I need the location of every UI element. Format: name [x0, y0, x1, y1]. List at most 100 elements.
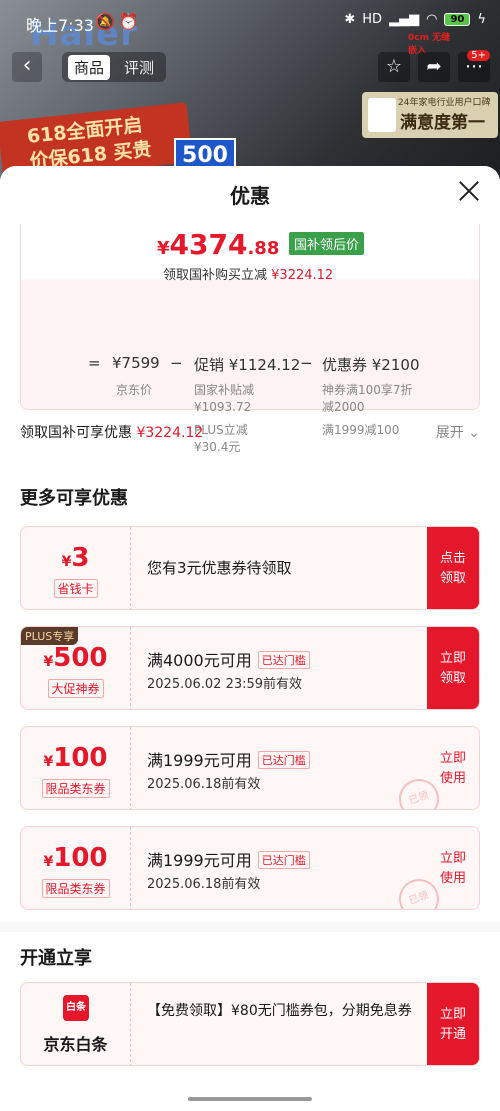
- sheet-title: 优惠: [230, 184, 270, 208]
- yen-symbol: ¥: [43, 654, 54, 670]
- use-button[interactable]: 立即 使用: [427, 827, 479, 909]
- coupon-card: ¥100 限品类东券 满1999元可用 已达门槛 2025.06.18前有效 已领…: [20, 826, 480, 910]
- threshold-met-badge: 已达门槛: [257, 851, 310, 869]
- coupon-condition-text: 满4000元可用: [147, 651, 252, 670]
- coupon-amount: 优惠券 ¥2100: [322, 356, 420, 374]
- price-subtitle: 领取国补购买立减 ¥3224.12: [163, 264, 333, 283]
- final-price: ¥4374.88: [157, 228, 279, 261]
- coupon-detail-1: 神券满100享7折: [322, 383, 413, 397]
- coupon-validity: 2025.06.18前有效: [147, 777, 261, 792]
- coupon-value: 100: [53, 743, 108, 773]
- footer-amount: ¥3224.12: [136, 425, 204, 441]
- formula-equals: =: [88, 354, 101, 372]
- battery-icon: 90: [444, 13, 471, 26]
- favorite-star-icon[interactable]: ☆: [378, 52, 410, 82]
- satisfaction-subtitle: 24年家电行业用户口碑: [398, 98, 491, 108]
- coupon-value: 3: [71, 543, 90, 573]
- baitiao-left: 白条 京东白条: [21, 983, 131, 1065]
- back-arrow-icon[interactable]: ‹: [12, 52, 42, 82]
- yen-symbol: ¥: [43, 854, 54, 870]
- sheet-header: 优惠: [0, 166, 500, 224]
- formula-minus-2: −: [300, 354, 313, 372]
- price-subtitle-text: 领取国补购买立减: [163, 268, 268, 283]
- footer-text: 领取国补可享优惠: [20, 425, 132, 441]
- trophy-icon: [368, 98, 396, 132]
- coupon-value: 100: [53, 843, 108, 873]
- open-button[interactable]: 立即 开通: [427, 983, 479, 1065]
- jd-price-label: 京东价: [116, 383, 153, 397]
- coupon-left: ¥100 限品类东券: [21, 827, 131, 909]
- home-indicator: [188, 1097, 312, 1101]
- coupon-validity: 2025.06.18前有效: [147, 877, 261, 892]
- alarm-icon: 🔕⏰: [95, 12, 143, 31]
- price-footer: 领取国补可享优惠 ¥3224.12 展开 ⌄: [20, 422, 480, 442]
- coupon-amount: ¥100: [21, 743, 130, 773]
- coupon-validity: 2025.06.02 23:59前有效: [147, 677, 303, 692]
- coupon-condition: 满1999元可用 已达门槛: [147, 747, 310, 771]
- charging-icon: ϟ: [477, 12, 486, 27]
- claim-button[interactable]: 立即 领取: [427, 627, 479, 709]
- baitiao-description: 【免费领取】¥80无门槛券包，分期免息券: [147, 1003, 412, 1019]
- promo-detail-1: 国家补贴减: [194, 383, 255, 397]
- tab-product[interactable]: 商品: [68, 54, 111, 80]
- message-badge: 5+: [467, 50, 490, 61]
- coupon-value: 500: [53, 643, 108, 673]
- coupon-amount: ¥100: [21, 843, 130, 873]
- coupon-condition-text: 满1999元可用: [147, 851, 252, 870]
- coupon-condition: 满4000元可用 已达门槛: [147, 647, 310, 671]
- claim-button[interactable]: 点击 领取: [427, 527, 479, 609]
- tab-review[interactable]: 评测: [118, 55, 160, 80]
- coupon-category: 省钱卡: [53, 579, 98, 598]
- clock: 晚上7:33: [26, 16, 94, 35]
- use-button[interactable]: 立即 使用: [427, 727, 479, 809]
- status-icons: ✱ HD ▂▄▆ ◠ 90 ϟ: [344, 12, 486, 27]
- more-discounts-section: 更多可享优惠 ¥3 省钱卡 您有3元优惠券待领取 点击 领取 PLUS专享 ¥50…: [0, 462, 500, 922]
- coupon-category: 限品类东券: [41, 779, 110, 798]
- price-section: ¥4374.88 国补领后价 领取国补购买立减 ¥3224.12 = ¥7599…: [0, 224, 500, 462]
- discount-sheet: 优惠 ¥4374.88 国补领后价 领取国补购买立减 ¥3224.12 = ¥7…: [0, 166, 500, 1111]
- coupon-left: ¥3 省钱卡: [21, 527, 131, 609]
- final-price-dec: .88: [247, 238, 280, 259]
- promo-detail-2: ¥1093.72: [194, 400, 252, 414]
- coupon-detail-2: 减2000: [322, 400, 365, 414]
- coupon-category: 限品类东券: [41, 879, 110, 898]
- share-icon[interactable]: ➦: [418, 52, 450, 82]
- more-discounts-title: 更多可享优惠: [20, 488, 128, 509]
- coupon-left: ¥100 限品类东券: [21, 727, 131, 809]
- coupon-description: 您有3元优惠券待领取: [147, 559, 292, 577]
- top-nav: ‹ 商品 评测 ☆ ➦ ⋯ 5+: [0, 46, 500, 86]
- coupon-amount: ¥500: [21, 643, 130, 673]
- status-bar: 晚上7:33 🔕⏰ ✱ HD ▂▄▆ ◠ 90 ϟ: [0, 0, 500, 42]
- wifi-icon: ◠: [426, 12, 438, 27]
- expand-button[interactable]: 展开 ⌄: [436, 422, 480, 442]
- yen-symbol: ¥: [61, 554, 72, 570]
- more-icon[interactable]: ⋯ 5+: [458, 50, 490, 82]
- threshold-met-badge: 已达门槛: [257, 651, 310, 669]
- yen-symbol: ¥: [43, 754, 54, 770]
- open-enjoy-section: 开通立享 白条 京东白条 【免费领取】¥80无门槛券包，分期免息券 立即 开通: [0, 932, 500, 1111]
- nav-actions: ☆ ➦ ⋯ 5+: [378, 50, 490, 82]
- coupon-condition: 满1999元可用 已达门槛: [147, 847, 310, 871]
- bluetooth-icon: ✱: [344, 12, 356, 27]
- signal-icon: ▂▄▆: [389, 12, 420, 27]
- final-price-int: 4374: [169, 228, 248, 261]
- network-label: HD: [362, 12, 383, 27]
- coupon-condition-text: 满1999元可用: [147, 751, 252, 770]
- jd-price: ¥7599: [112, 354, 160, 372]
- coupon-category: 大促神券: [47, 679, 104, 698]
- threshold-met-badge: 已达门槛: [257, 751, 310, 769]
- coupon-card: PLUS专享 ¥500 大促神券 满4000元可用 已达门槛 2025.06.02…: [20, 626, 480, 710]
- subsidy-price-tag: 国补领后价: [289, 232, 365, 255]
- open-enjoy-title: 开通立享: [20, 948, 92, 969]
- close-icon[interactable]: [458, 180, 480, 202]
- currency-symbol: ¥: [157, 238, 170, 259]
- nav-tabs: 商品 评测: [62, 52, 167, 82]
- baitiao-name: 京东白条: [43, 1035, 108, 1054]
- promo-amount: 促销 ¥1124.12: [194, 356, 301, 374]
- price-subtitle-amount: ¥3224.12: [271, 268, 334, 283]
- coupon-card: ¥100 限品类东券 满1999元可用 已达门槛 2025.06.18前有效 已领…: [20, 726, 480, 810]
- baitiao-card: 白条 京东白条 【免费领取】¥80无门槛券包，分期免息券 立即 开通: [20, 982, 480, 1066]
- coupon-card: ¥3 省钱卡 您有3元优惠券待领取 点击 领取: [20, 526, 480, 610]
- formula-minus-1: −: [170, 354, 183, 372]
- baitiao-icon: 白条: [63, 995, 89, 1021]
